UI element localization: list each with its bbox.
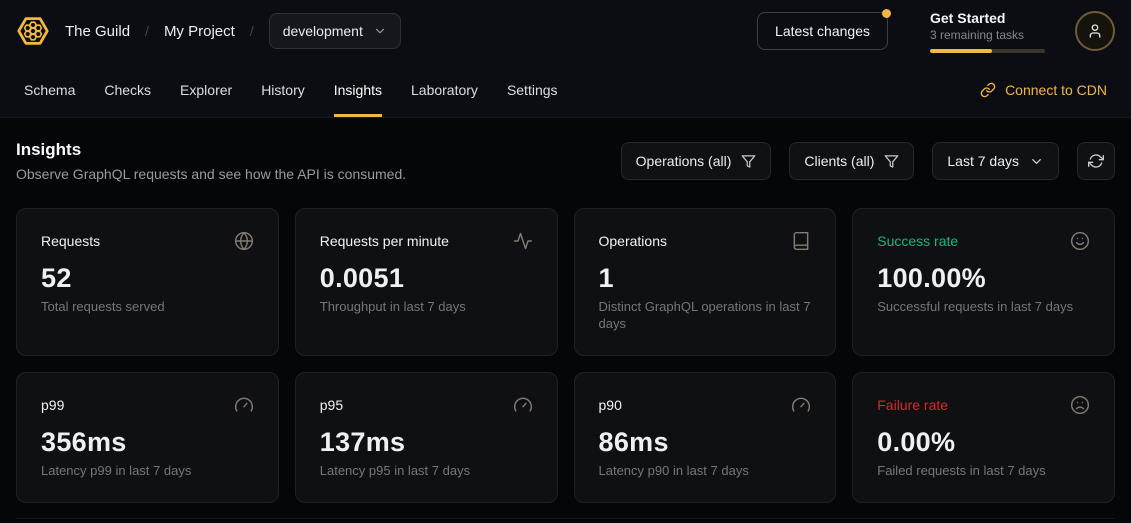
- gauge-icon: [234, 395, 254, 415]
- get-started-remaining: 3 remaining tasks: [930, 28, 1045, 42]
- tab-schema[interactable]: Schema: [24, 62, 75, 117]
- date-range-label: Last 7 days: [947, 153, 1019, 169]
- card-title: p95: [320, 397, 343, 413]
- latest-changes-button[interactable]: Latest changes: [757, 12, 888, 50]
- metric-cards-grid: Requests 52 Total requests served Reques…: [16, 208, 1115, 503]
- main-content: Insights Observe GraphQL requests and se…: [0, 118, 1131, 523]
- frown-icon: [1070, 395, 1090, 415]
- avatar[interactable]: [1075, 11, 1115, 51]
- card-description: Successful requests in last 7 days: [877, 299, 1090, 316]
- metric-card: Operations 1 Distinct GraphQL operations…: [574, 208, 837, 356]
- refresh-button[interactable]: [1077, 142, 1115, 180]
- card-value: 100.00%: [877, 263, 1090, 294]
- breadcrumb-separator: /: [145, 23, 149, 39]
- page-subtitle: Observe GraphQL requests and see how the…: [16, 166, 406, 182]
- card-title: Requests per minute: [320, 233, 449, 249]
- smile-icon: [1070, 231, 1090, 251]
- card-value: 86ms: [599, 427, 812, 458]
- tab-label: Schema: [24, 82, 75, 98]
- book-icon: [791, 231, 811, 251]
- card-title: Failure rate: [877, 397, 948, 413]
- tab-history[interactable]: History: [261, 62, 305, 117]
- operations-filter-button[interactable]: Operations (all): [621, 142, 772, 180]
- card-title: p90: [599, 397, 622, 413]
- tab-laboratory[interactable]: Laboratory: [411, 62, 478, 117]
- breadcrumb: The Guild / My Project /: [65, 23, 254, 40]
- operations-filter-label: Operations (all): [636, 153, 732, 169]
- tab-label: History: [261, 82, 305, 98]
- card-title: Requests: [41, 233, 100, 249]
- metric-card: Requests 52 Total requests served: [16, 208, 279, 356]
- clients-filter-label: Clients (all): [804, 153, 874, 169]
- tab-label: Laboratory: [411, 82, 478, 98]
- page-heading-block: Insights Observe GraphQL requests and se…: [16, 140, 406, 182]
- card-value: 356ms: [41, 427, 254, 458]
- chevron-down-icon: [373, 24, 387, 38]
- tabs: Schema Checks Explorer History Insights Labor…: [24, 62, 558, 117]
- card-title: Success rate: [877, 233, 958, 249]
- breadcrumb-separator: /: [250, 23, 254, 39]
- footer-divider: [16, 518, 1115, 523]
- get-started-title: Get Started: [930, 10, 1045, 26]
- gauge-icon: [791, 395, 811, 415]
- tab-insights[interactable]: Insights: [334, 62, 382, 117]
- page-header: Insights Observe GraphQL requests and se…: [16, 140, 1115, 182]
- card-value: 137ms: [320, 427, 533, 458]
- card-description: Latency p95 in last 7 days: [320, 463, 533, 480]
- gauge-icon: [513, 395, 533, 415]
- metric-card: Success rate 100.00% Successful requests…: [852, 208, 1115, 356]
- clients-filter-button[interactable]: Clients (all): [789, 142, 914, 180]
- card-title: p99: [41, 397, 64, 413]
- card-description: Latency p90 in last 7 days: [599, 463, 812, 480]
- card-description: Throughput in last 7 days: [320, 299, 533, 316]
- user-icon: [1087, 23, 1103, 39]
- activity-icon: [513, 231, 533, 251]
- card-description: Failed requests in last 7 days: [877, 463, 1090, 480]
- tab-label: Explorer: [180, 82, 232, 98]
- tab-label: Insights: [334, 82, 382, 98]
- link-icon: [980, 82, 996, 98]
- card-value: 1: [599, 263, 812, 294]
- metric-card: Failure rate 0.00% Failed requests in la…: [852, 372, 1115, 503]
- card-title: Operations: [599, 233, 667, 249]
- page-title: Insights: [16, 140, 406, 160]
- filter-toolbar: Operations (all) Clients (all) Last 7 da…: [621, 142, 1115, 180]
- metric-card: p90 86ms Latency p90 in last 7 days: [574, 372, 837, 503]
- nav-bar: Schema Checks Explorer History Insights Labor…: [0, 62, 1131, 118]
- connect-to-cdn-label: Connect to CDN: [1005, 82, 1107, 98]
- date-range-selector[interactable]: Last 7 days: [932, 142, 1059, 180]
- filter-icon: [741, 154, 756, 169]
- metric-card: p99 356ms Latency p99 in last 7 days: [16, 372, 279, 503]
- tab-checks[interactable]: Checks: [104, 62, 151, 117]
- metric-card: p95 137ms Latency p95 in last 7 days: [295, 372, 558, 503]
- environment-selector-value: development: [283, 23, 363, 39]
- top-bar: The Guild / My Project / development Lat…: [0, 0, 1131, 62]
- metric-card: Requests per minute 0.0051 Throughput in…: [295, 208, 558, 356]
- notification-dot: [882, 9, 891, 18]
- refresh-icon: [1088, 153, 1104, 169]
- card-description: Distinct GraphQL operations in last 7 da…: [599, 299, 812, 333]
- chevron-down-icon: [1029, 154, 1044, 169]
- card-value: 52: [41, 263, 254, 294]
- environment-selector[interactable]: development: [269, 13, 401, 49]
- tab-label: Settings: [507, 82, 558, 98]
- tab-label: Checks: [104, 82, 151, 98]
- get-started-progressbar: [930, 49, 1045, 53]
- breadcrumb-org[interactable]: The Guild: [65, 23, 130, 40]
- get-started-progress-fill: [930, 49, 992, 53]
- card-description: Latency p99 in last 7 days: [41, 463, 254, 480]
- breadcrumb-project[interactable]: My Project: [164, 23, 235, 40]
- connect-to-cdn-link[interactable]: Connect to CDN: [980, 62, 1107, 117]
- latest-changes-label: Latest changes: [775, 23, 870, 39]
- card-value: 0.0051: [320, 263, 533, 294]
- card-description: Total requests served: [41, 299, 254, 316]
- get-started-widget[interactable]: Get Started 3 remaining tasks: [930, 10, 1045, 53]
- filter-icon: [884, 154, 899, 169]
- card-value: 0.00%: [877, 427, 1090, 458]
- guild-logo-icon[interactable]: [16, 14, 50, 48]
- tab-settings[interactable]: Settings: [507, 62, 558, 117]
- globe-icon: [234, 231, 254, 251]
- tab-explorer[interactable]: Explorer: [180, 62, 232, 117]
